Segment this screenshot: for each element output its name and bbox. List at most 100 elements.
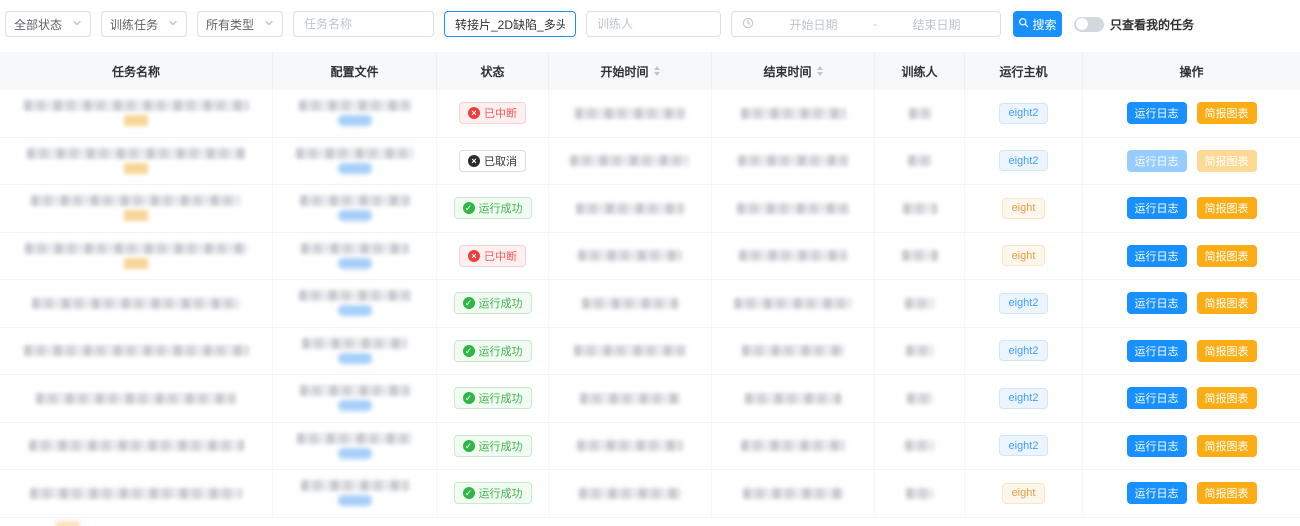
task-tag-redacted bbox=[124, 210, 148, 221]
sort-desc-icon[interactable] bbox=[654, 72, 660, 76]
task-name-redacted bbox=[25, 243, 247, 254]
status-select[interactable]: 全部状态 bbox=[5, 11, 91, 37]
search-icon bbox=[1018, 17, 1029, 31]
host-badge: eight2 bbox=[999, 293, 1049, 314]
table-row: × 已中断 eight 运行日志 简报图表 bbox=[0, 233, 1300, 281]
host-badge: eight bbox=[1002, 198, 1046, 219]
start-date-placeholder[interactable]: 开始日期 bbox=[760, 16, 867, 33]
host-badge: eight2 bbox=[999, 103, 1049, 124]
search-button[interactable]: 搜索 bbox=[1013, 11, 1062, 37]
run-log-button[interactable]: 运行日志 bbox=[1127, 435, 1187, 457]
host-badge: eight2 bbox=[999, 435, 1049, 456]
run-log-button[interactable]: 运行日志 bbox=[1127, 245, 1187, 267]
report-chart-button[interactable]: 简报图表 bbox=[1197, 340, 1257, 362]
config-file-redacted bbox=[299, 290, 411, 301]
search-button-label: 搜索 bbox=[1032, 16, 1056, 33]
start-time-redacted bbox=[577, 440, 683, 451]
config-file-link-redacted[interactable] bbox=[338, 258, 372, 269]
task-table: 任务名称 配置文件 状态 开始时间 结束时间 训练人 运行主机 操作 bbox=[0, 52, 1300, 526]
table-row-partial bbox=[0, 518, 1300, 526]
task-name-redacted bbox=[32, 298, 240, 309]
report-chart-button[interactable]: 简报图表 bbox=[1197, 292, 1257, 314]
task-tag-redacted bbox=[124, 258, 148, 269]
status-select-value: 全部状态 bbox=[14, 16, 62, 33]
report-chart-button[interactable]: 简报图表 bbox=[1197, 197, 1257, 219]
sort-desc-icon[interactable] bbox=[817, 72, 823, 76]
category-select[interactable]: 所有类型 bbox=[197, 11, 283, 37]
sort-asc-icon[interactable] bbox=[654, 66, 660, 70]
config-file-link-redacted[interactable] bbox=[338, 305, 372, 316]
date-range-separator: - bbox=[873, 17, 877, 31]
status-badge: × 已中断 bbox=[459, 102, 526, 124]
config-file-link-redacted[interactable] bbox=[338, 353, 372, 364]
report-chart-button[interactable]: 简报图表 bbox=[1197, 245, 1257, 267]
table-row: × 已取消 eight2 运行日志 简报图表 bbox=[0, 138, 1300, 186]
column-label: 配置文件 bbox=[330, 63, 378, 80]
task-name-input[interactable] bbox=[293, 11, 434, 37]
run-log-button[interactable]: 运行日志 bbox=[1127, 292, 1187, 314]
task-type-select[interactable]: 训练任务 bbox=[101, 11, 187, 37]
sort-icons[interactable] bbox=[817, 66, 823, 76]
chevron-down-icon bbox=[168, 17, 178, 31]
run-log-button[interactable]: 运行日志 bbox=[1127, 340, 1187, 362]
start-time-redacted bbox=[578, 250, 682, 261]
task-tag-redacted bbox=[124, 115, 148, 126]
status-icon: ✓ bbox=[463, 297, 475, 309]
run-log-button[interactable]: 运行日志 bbox=[1127, 197, 1187, 219]
model-search-input[interactable] bbox=[444, 11, 576, 37]
report-chart-button[interactable]: 简报图表 bbox=[1197, 102, 1257, 124]
end-date-placeholder[interactable]: 结束日期 bbox=[883, 16, 990, 33]
sort-icons[interactable] bbox=[654, 66, 660, 76]
config-file-link-redacted[interactable] bbox=[338, 400, 372, 411]
report-chart-button[interactable]: 简报图表 bbox=[1197, 150, 1257, 172]
column-header-end-time[interactable]: 结束时间 bbox=[712, 52, 875, 90]
status-label: 运行成功 bbox=[479, 343, 523, 359]
my-tasks-toggle[interactable] bbox=[1074, 17, 1104, 32]
task-name-redacted bbox=[27, 148, 245, 159]
run-log-button[interactable]: 运行日志 bbox=[1127, 387, 1187, 409]
sort-asc-icon[interactable] bbox=[817, 66, 823, 70]
date-range-picker[interactable]: 开始日期 - 结束日期 bbox=[731, 11, 1001, 37]
config-file-link-redacted[interactable] bbox=[338, 210, 372, 221]
column-header-actions: 操作 bbox=[1083, 52, 1300, 90]
config-file-link-redacted[interactable] bbox=[338, 495, 372, 506]
status-badge: ✓ 运行成功 bbox=[454, 197, 532, 219]
column-header-task-name: 任务名称 bbox=[0, 52, 273, 90]
status-label: 运行成功 bbox=[479, 295, 523, 311]
config-file-redacted bbox=[301, 243, 409, 254]
config-file-link-redacted[interactable] bbox=[338, 163, 372, 174]
table-header: 任务名称 配置文件 状态 开始时间 结束时间 训练人 运行主机 操作 bbox=[0, 52, 1300, 90]
column-header-start-time[interactable]: 开始时间 bbox=[549, 52, 712, 90]
report-chart-button[interactable]: 简报图表 bbox=[1197, 482, 1257, 504]
host-badge: eight2 bbox=[999, 340, 1049, 361]
trainer-redacted bbox=[902, 250, 938, 261]
config-file-redacted bbox=[300, 195, 410, 206]
config-file-link-redacted[interactable] bbox=[338, 115, 372, 126]
config-file-redacted bbox=[299, 100, 411, 111]
config-file-redacted bbox=[301, 480, 409, 491]
task-tag-redacted bbox=[124, 163, 148, 174]
config-file-link-redacted[interactable] bbox=[338, 448, 372, 459]
report-chart-button[interactable]: 简报图表 bbox=[1197, 387, 1257, 409]
trainer-input[interactable] bbox=[586, 11, 721, 37]
filter-bar: 全部状态 训练任务 所有类型 开始日期 - 结束日期 搜索 只查看我的任务 bbox=[0, 0, 1300, 52]
report-chart-button[interactable]: 简报图表 bbox=[1197, 435, 1257, 457]
trainer-redacted bbox=[907, 393, 933, 404]
my-tasks-toggle-label: 只查看我的任务 bbox=[1110, 16, 1194, 33]
column-header-status: 状态 bbox=[437, 52, 549, 90]
task-name-redacted bbox=[24, 100, 249, 111]
toggle-knob bbox=[1076, 18, 1088, 30]
run-log-button[interactable]: 运行日志 bbox=[1127, 150, 1187, 172]
host-badge: eight2 bbox=[999, 150, 1049, 171]
table-row: × 已中断 eight2 运行日志 简报图表 bbox=[0, 90, 1300, 138]
table-row: ✓ 运行成功 eight2 运行日志 简报图表 bbox=[0, 328, 1300, 376]
run-log-button[interactable]: 运行日志 bbox=[1127, 102, 1187, 124]
host-badge: eight bbox=[1002, 245, 1046, 266]
column-label: 开始时间 bbox=[600, 63, 648, 80]
status-icon: ✓ bbox=[463, 487, 475, 499]
run-log-button[interactable]: 运行日志 bbox=[1127, 482, 1187, 504]
status-badge: ✓ 运行成功 bbox=[454, 387, 532, 409]
trainer-redacted bbox=[906, 488, 934, 499]
table-row: ✓ 运行成功 eight 运行日志 简报图表 bbox=[0, 470, 1300, 518]
trainer-redacted bbox=[906, 345, 934, 356]
